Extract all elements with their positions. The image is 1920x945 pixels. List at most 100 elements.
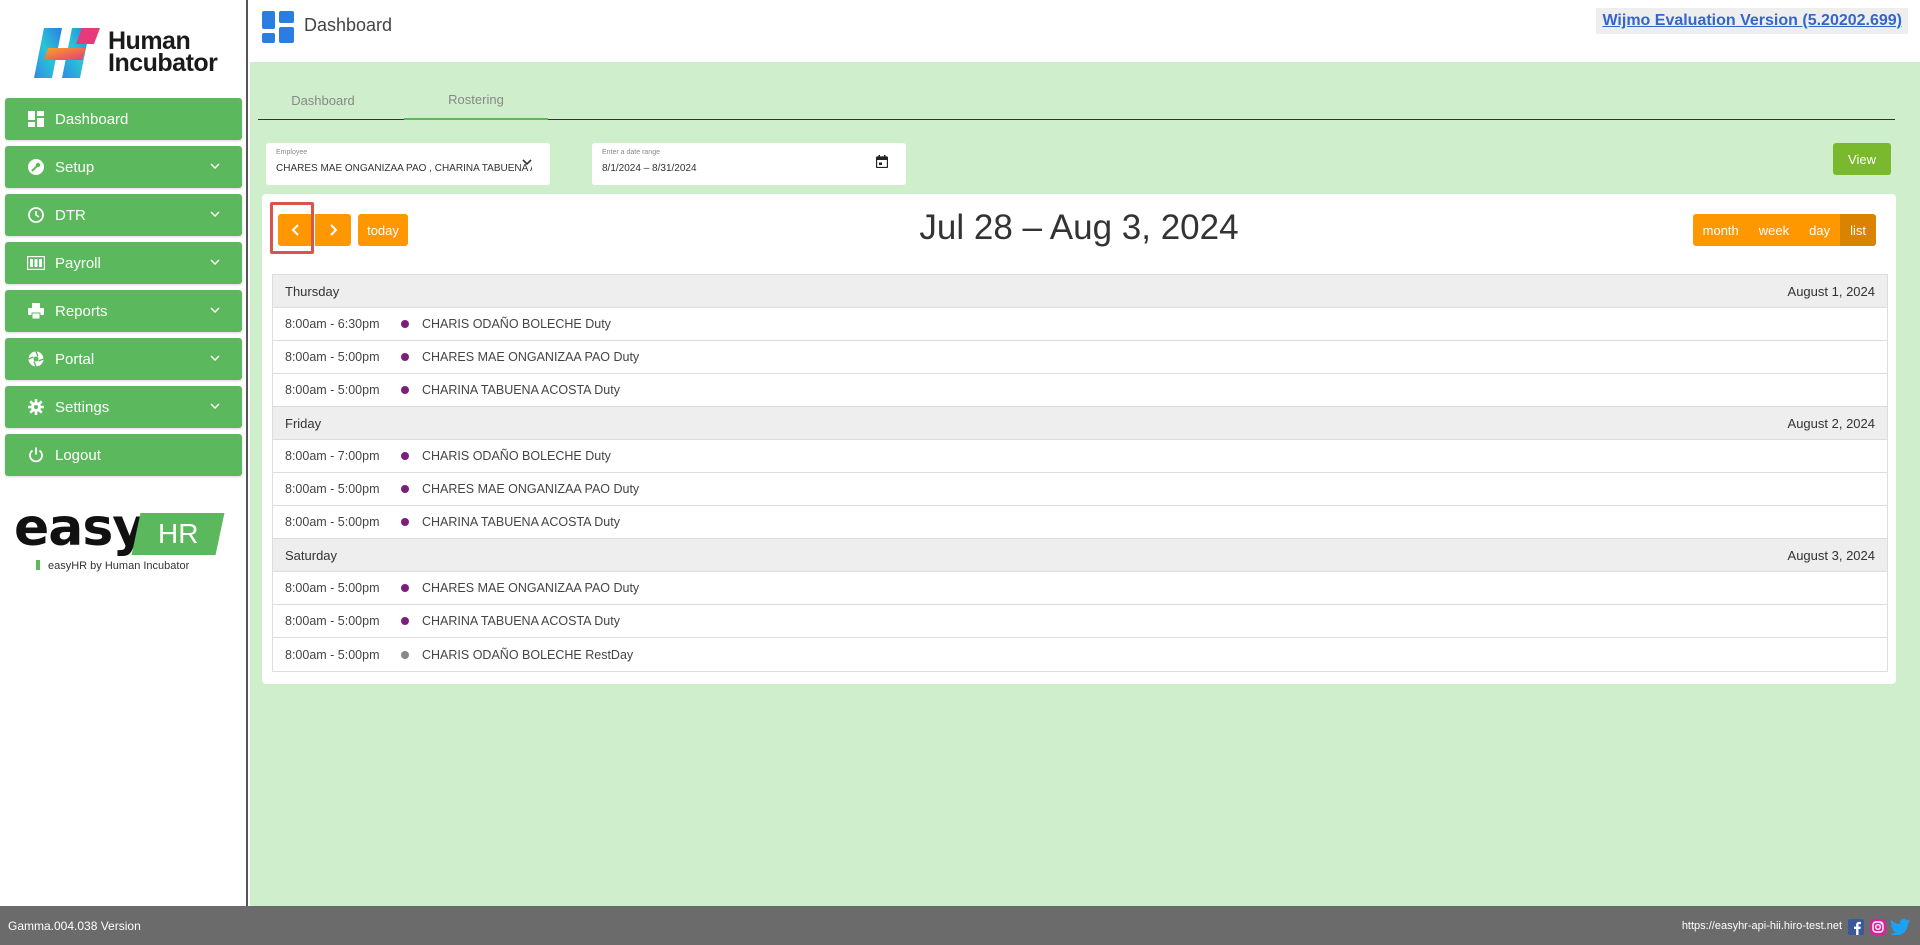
footer: Gamma.004.038 Version https://easyhr-api… <box>0 906 1920 945</box>
month-view-button[interactable]: month <box>1692 214 1749 246</box>
dashboard-icon <box>27 110 45 128</box>
instagram-icon[interactable] <box>1870 919 1886 935</box>
date-range-field[interactable]: Enter a date range 8/1/2024 – 8/31/2024 <box>592 143 906 185</box>
sidebar-item-label: Settings <box>55 398 110 416</box>
event-time: 8:00am - 5:00pm <box>285 581 380 595</box>
event-row[interactable]: 8:00am - 5:00pm CHARES MAE ONGANIZAA PAO … <box>273 572 1887 605</box>
employee-select[interactable]: Employee CHARES MAE ONGANIZAA PAO , CHAR… <box>266 143 550 185</box>
event-row[interactable]: 8:00am - 5:00pm CHARIS ODAÑO BOLECHE Rest… <box>273 638 1887 671</box>
day-header: Friday August 2, 2024 <box>273 407 1887 440</box>
top-bar: Dashboard Wijmo Evaluation Version (5.20… <box>250 0 1920 62</box>
clock-icon <box>27 206 45 224</box>
event-row[interactable]: 8:00am - 5:00pm CHARINA TABUENA ACOSTA Du… <box>273 506 1887 539</box>
event-row[interactable]: 8:00am - 5:00pm CHARINA TABUENA ACOSTA Du… <box>273 374 1887 407</box>
event-dot <box>401 452 409 460</box>
dashboard-icon <box>262 11 294 43</box>
event-title: CHARINA TABUENA ACOSTA Duty <box>422 383 620 397</box>
event-row[interactable]: 8:00am - 6:30pm CHARIS ODAÑO BOLECHE Duty <box>273 308 1887 341</box>
sidebar-item-setup[interactable]: Setup <box>5 146 242 188</box>
day-date[interactable]: August 3, 2024 <box>1788 548 1875 563</box>
wrench-icon <box>27 158 45 176</box>
event-dot <box>401 386 409 394</box>
sidebar-item-dtr[interactable]: DTR <box>5 194 242 236</box>
twitter-icon[interactable] <box>1890 919 1910 935</box>
event-time: 8:00am - 5:00pm <box>285 515 380 529</box>
event-title: CHARIS ODAÑO BOLECHE Duty <box>422 449 611 463</box>
calendar-icon[interactable] <box>876 155 888 168</box>
version-label: Gamma.004.038 Version <box>8 919 141 933</box>
week-view-button[interactable]: week <box>1748 214 1800 246</box>
roster-calendar: today Jul 28 – Aug 3, 2024 month week da… <box>262 194 1896 684</box>
chevron-down-icon <box>208 303 222 317</box>
sidebar-item-dashboard[interactable]: Dashboard <box>5 98 242 140</box>
chevron-down-icon <box>208 255 222 269</box>
sidebar: Human Incubator Dashboard Setup DTR Payroll… <box>0 0 248 906</box>
event-dot <box>401 518 409 526</box>
event-time: 8:00am - 6:30pm <box>285 317 380 331</box>
power-icon <box>27 446 45 464</box>
day-name[interactable]: Saturday <box>285 548 337 563</box>
day-date[interactable]: August 1, 2024 <box>1788 284 1875 299</box>
chevron-down-icon <box>208 351 222 365</box>
day-name[interactable]: Thursday <box>285 284 339 299</box>
event-row[interactable]: 8:00am - 5:00pm CHARES MAE ONGANIZAA PAO … <box>273 341 1887 374</box>
event-time: 8:00am - 5:00pm <box>285 647 380 662</box>
event-dot <box>401 584 409 592</box>
human-incubator-logo[interactable]: Human Incubator <box>34 24 218 80</box>
sidebar-item-logout[interactable]: Logout <box>5 434 242 476</box>
event-title: CHARIS ODAÑO BOLECHE Duty <box>422 317 611 331</box>
event-time: 8:00am - 5:00pm <box>285 350 380 364</box>
view-button[interactable]: View <box>1833 143 1891 175</box>
event-title: CHARINA TABUENA ACOSTA Duty <box>422 614 620 628</box>
event-title: CHARES MAE ONGANIZAA PAO Duty <box>422 581 640 595</box>
event-title: CHARIS ODAÑO BOLECHE RestDay <box>422 647 634 662</box>
event-time: 8:00am - 7:00pm <box>285 449 380 463</box>
sidebar-item-label: Logout <box>55 446 101 464</box>
aperture-icon <box>27 350 45 368</box>
event-row[interactable]: 8:00am - 5:00pm CHARINA TABUENA ACOSTA Du… <box>273 605 1887 638</box>
chevron-down-icon <box>208 207 222 221</box>
event-row[interactable]: 8:00am - 7:00pm CHARIS ODAÑO BOLECHE Duty <box>273 440 1887 473</box>
view-switcher: month week day list <box>1692 214 1876 246</box>
sidebar-item-label: Setup <box>55 158 95 176</box>
day-header: Saturday August 3, 2024 <box>273 539 1887 572</box>
sidebar-item-reports[interactable]: Reports <box>5 290 242 332</box>
sidebar-item-label: Portal <box>55 350 95 368</box>
event-title: CHARES MAE ONGANIZAA PAO Duty <box>422 482 640 496</box>
sidebar-item-payroll[interactable]: Payroll <box>5 242 242 284</box>
day-name[interactable]: Friday <box>285 416 321 431</box>
event-row[interactable]: 8:00am - 5:00pm CHARES MAE ONGANIZAA PAO … <box>273 473 1887 506</box>
sidebar-item-label: DTR <box>55 206 86 224</box>
event-title: CHARES MAE ONGANIZAA PAO Duty <box>422 350 640 364</box>
event-dot <box>401 353 409 361</box>
payroll-icon <box>27 254 45 272</box>
sidebar-item-label: Reports <box>55 302 108 320</box>
day-date[interactable]: August 2, 2024 <box>1788 416 1875 431</box>
sidebar-item-label: Payroll <box>55 254 101 272</box>
calendar-title: Jul 28 – Aug 3, 2024 <box>919 208 1239 247</box>
day-view-button[interactable]: day <box>1799 214 1841 246</box>
page-title: Dashboard <box>304 15 393 35</box>
easyhr-tagline: easyHR by Human Incubator <box>36 560 189 572</box>
facebook-icon[interactable] <box>1848 919 1864 935</box>
tab-rostering[interactable]: Rostering <box>404 80 548 120</box>
day-header: Thursday August 1, 2024 <box>273 275 1887 308</box>
sidebar-item-settings[interactable]: Settings <box>5 386 242 428</box>
sidebar-item-portal[interactable]: Portal <box>5 338 242 380</box>
event-title: CHARINA TABUENA ACOSTA Duty <box>422 515 620 529</box>
tab-dashboard[interactable]: Dashboard <box>258 80 388 120</box>
list-view-button[interactable]: list <box>1840 214 1876 246</box>
event-list: Thursday August 1, 2024 8:00am - 6:30pm CHA… <box>272 274 1888 672</box>
sidebar-nav: Dashboard Setup DTR Payroll Reports Portal Set… <box>5 98 242 482</box>
chevron-down-icon <box>208 399 222 413</box>
event-time: 8:00am - 5:00pm <box>285 482 380 496</box>
event-dot <box>401 320 409 328</box>
event-time: 8:00am - 5:00pm <box>285 383 380 397</box>
gear-icon <box>27 398 45 416</box>
tab-bar: Dashboard Rostering <box>258 80 1895 120</box>
event-time: 8:00am - 5:00pm <box>285 614 380 628</box>
chevron-down-icon <box>208 159 222 173</box>
event-dot <box>401 617 409 625</box>
wijmo-evaluation-link[interactable]: Wijmo Evaluation Version (5.20202.699) <box>1596 8 1908 34</box>
printer-icon <box>27 302 45 320</box>
